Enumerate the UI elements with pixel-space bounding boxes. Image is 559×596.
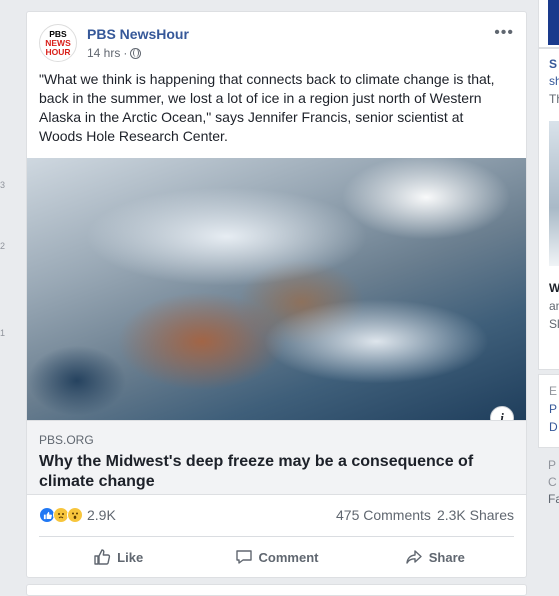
link-preview[interactable]: PBS.ORG Why the Midwest's deep freeze ma… [27, 420, 526, 495]
share-button[interactable]: Share [356, 542, 514, 572]
logo-line: HOUR [45, 46, 71, 57]
tick-label: 1 [0, 328, 6, 338]
sidebar-snippet[interactable]: W [549, 281, 559, 295]
wow-reaction-icon [67, 507, 83, 523]
post-actions: Like Comment Share [39, 542, 514, 572]
page-name-link[interactable]: PBS NewsHour [87, 26, 189, 42]
comment-button[interactable]: Comment [197, 542, 355, 572]
post-text: "What we think is happening that connect… [39, 71, 495, 144]
sidebar-thumbnail[interactable] [549, 121, 559, 266]
sidebar-snippet: E [549, 384, 558, 398]
right-sidebar-clipped: S sh Th W an Sl E P D P C Fa [538, 0, 559, 590]
more-options-icon[interactable]: ••• [494, 24, 514, 42]
sidebar-snippet: C [548, 475, 557, 489]
comment-icon [235, 550, 252, 564]
sidebar-card [538, 0, 559, 48]
sidebar-snippet[interactable]: sh [549, 74, 559, 88]
meta-separator: · [123, 46, 128, 60]
reactions-summary[interactable]: 2.9K [39, 507, 116, 523]
reaction-count[interactable]: 2.9K [87, 507, 116, 523]
pbs-newshour-logo[interactable]: PBS NEWS HOUR [39, 24, 77, 62]
actions-divider [39, 536, 514, 537]
share-label: Share [428, 549, 465, 565]
globe-icon[interactable] [130, 47, 142, 59]
news-feed-post: PBS NEWS HOUR PBS NewsHour 14 hrs · ••• … [26, 11, 527, 578]
sidebar-snippet: Th [549, 92, 559, 106]
post-timestamp[interactable]: 14 hrs [87, 46, 120, 60]
engagement-counts: 475 Comments 2.3K Shares [336, 507, 514, 523]
sidebar-thumbnail [548, 0, 559, 45]
sidebar-snippet[interactable]: Fa [548, 492, 559, 506]
share-arrow-icon [406, 550, 422, 564]
sidebar-snippet: Sl [549, 317, 559, 331]
tick-label: 2 [0, 241, 6, 251]
shares-count[interactable]: 2.3K Shares [437, 507, 514, 523]
left-edge-ticks: 3 2 1 [0, 0, 20, 590]
post-meta: 14 hrs · [87, 46, 142, 60]
thumbs-up-icon [94, 549, 111, 565]
sidebar-card: E P D [538, 374, 559, 448]
link-title[interactable]: Why the Midwest's deep freeze may be a c… [39, 452, 499, 492]
sidebar-snippet: P [548, 458, 557, 472]
link-domain: PBS.ORG [39, 433, 94, 447]
tick-label: 3 [0, 180, 6, 190]
sidebar-snippet: an [549, 299, 559, 313]
post-header: PBS NEWS HOUR PBS NewsHour 14 hrs · ••• [39, 24, 514, 64]
post-stats: 2.9K 475 Comments 2.3K Shares [39, 505, 514, 529]
like-button[interactable]: Like [39, 542, 197, 572]
comments-count[interactable]: 475 Comments [336, 507, 431, 523]
next-post-card [26, 584, 527, 596]
satellite-image[interactable] [27, 158, 526, 420]
like-label: Like [117, 549, 144, 565]
comment-label: Comment [258, 549, 319, 565]
sidebar-snippet[interactable]: D [549, 420, 558, 434]
sidebar-snippet[interactable]: P [549, 402, 557, 416]
sidebar-card: S sh Th W an Sl [538, 48, 559, 370]
sidebar-snippet[interactable]: S [549, 57, 557, 71]
